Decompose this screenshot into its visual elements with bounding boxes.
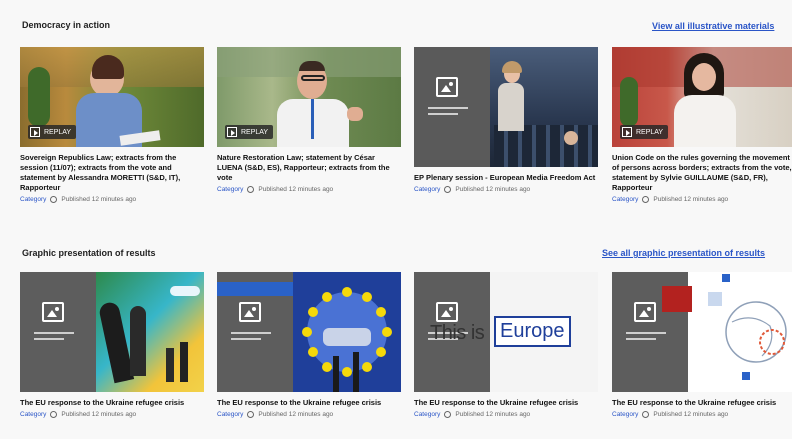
card-meta: Category Published 12 minutes ago	[414, 411, 598, 418]
card-meta: Category Published 12 minutes ago	[217, 186, 401, 193]
clock-icon	[50, 196, 58, 203]
category-link[interactable]: Category	[612, 411, 638, 418]
card-title[interactable]: Sovereign Republics Law; extracts from t…	[20, 153, 204, 193]
card-title[interactable]: EP Plenary session - European Media Free…	[414, 173, 598, 183]
video-thumbnail[interactable]: REPLAY	[612, 47, 792, 147]
card-meta: Category Published 12 minutes ago	[217, 411, 401, 418]
image-icon	[239, 302, 261, 322]
video-thumbnail[interactable]: REPLAY	[217, 47, 401, 147]
category-link[interactable]: Category	[217, 411, 243, 418]
category-link[interactable]: Category	[612, 196, 638, 203]
europe-brand: Europe	[494, 316, 571, 347]
card-title[interactable]: Nature Restoration Law; statement by Cés…	[217, 153, 401, 183]
image-icon	[42, 302, 64, 322]
clock-icon	[642, 196, 650, 203]
image-icon	[436, 302, 458, 322]
published-time: Published 12 minutes ago	[258, 186, 334, 193]
card-title[interactable]: The EU response to the Ukraine refugee c…	[414, 398, 598, 408]
graphic-thumbnail[interactable]	[612, 272, 792, 392]
card-title[interactable]: The EU response to the Ukraine refugee c…	[20, 398, 204, 408]
clock-icon	[50, 411, 58, 418]
graphic-card[interactable]: This is Europe The EU response to the Uk…	[414, 272, 598, 418]
globe-graphic	[725, 301, 787, 363]
this-is-text: This is	[430, 322, 485, 344]
eu-flag-graphic	[302, 287, 392, 392]
section-title-democracy: Democracy in action	[22, 20, 111, 30]
card-title[interactable]: Union Code on the rules governing the mo…	[612, 153, 792, 193]
published-time: Published 12 minutes ago	[258, 411, 334, 418]
clock-icon	[247, 186, 255, 193]
image-icon	[634, 302, 656, 322]
see-all-illustrative-link[interactable]: View all illustrative materials	[652, 21, 774, 31]
play-icon	[30, 127, 40, 137]
page: Democracy in action View all illustrativ…	[0, 0, 792, 439]
video-card[interactable]: REPLAY Sovereign Republics Law; extracts…	[20, 47, 204, 203]
graphic-thumbnail[interactable]: This is Europe	[414, 272, 598, 392]
video-card[interactable]: REPLAY Nature Restoration Law; statement…	[217, 47, 401, 193]
video-card[interactable]: EP Plenary session - European Media Free…	[414, 47, 598, 193]
published-time: Published 12 minutes ago	[61, 411, 137, 418]
replay-badge: REPLAY	[28, 125, 77, 139]
video-thumbnail[interactable]: REPLAY	[20, 47, 204, 147]
section-title-graphic: Graphic presentation of results	[22, 248, 156, 258]
card-meta: Category Published 12 minutes ago	[20, 411, 204, 418]
published-time: Published 12 minutes ago	[455, 186, 531, 193]
graphic-card[interactable]: The EU response to the Ukraine refugee c…	[217, 272, 401, 418]
video-thumbnail[interactable]	[414, 47, 598, 167]
card-meta: Category Published 12 minutes ago	[612, 196, 792, 203]
graphic-card[interactable]: The EU response to the Ukraine refugee c…	[20, 272, 204, 418]
image-icon	[436, 77, 458, 97]
published-time: Published 12 minutes ago	[653, 411, 729, 418]
clock-icon	[444, 411, 452, 418]
published-time: Published 12 minutes ago	[61, 196, 137, 203]
card-meta: Category Published 12 minutes ago	[20, 196, 204, 203]
published-time: Published 12 minutes ago	[455, 411, 531, 418]
card-title[interactable]: The EU response to the Ukraine refugee c…	[217, 398, 401, 408]
published-time: Published 12 minutes ago	[653, 196, 729, 203]
clock-icon	[247, 411, 255, 418]
graphic-thumbnail[interactable]	[217, 272, 401, 392]
category-link[interactable]: Category	[20, 411, 46, 418]
clock-icon	[642, 411, 650, 418]
category-link[interactable]: Category	[414, 411, 440, 418]
clock-icon	[444, 186, 452, 193]
see-all-graphic-link[interactable]: See all graphic presentation of results	[602, 248, 765, 258]
category-link[interactable]: Category	[20, 196, 46, 203]
play-icon	[622, 127, 632, 137]
card-meta: Category Published 12 minutes ago	[612, 411, 792, 418]
card-title[interactable]: The EU response to the Ukraine refugee c…	[612, 398, 792, 408]
card-meta: Category Published 12 minutes ago	[414, 186, 598, 193]
category-link[interactable]: Category	[414, 186, 440, 193]
graphic-thumbnail[interactable]	[20, 272, 204, 392]
replay-badge: REPLAY	[225, 125, 274, 139]
play-icon	[227, 127, 237, 137]
category-link[interactable]: Category	[217, 186, 243, 193]
replay-badge: REPLAY	[620, 125, 669, 139]
graphic-card[interactable]: The EU response to the Ukraine refugee c…	[612, 272, 792, 418]
video-card[interactable]: REPLAY Union Code on the rules governing…	[612, 47, 792, 203]
